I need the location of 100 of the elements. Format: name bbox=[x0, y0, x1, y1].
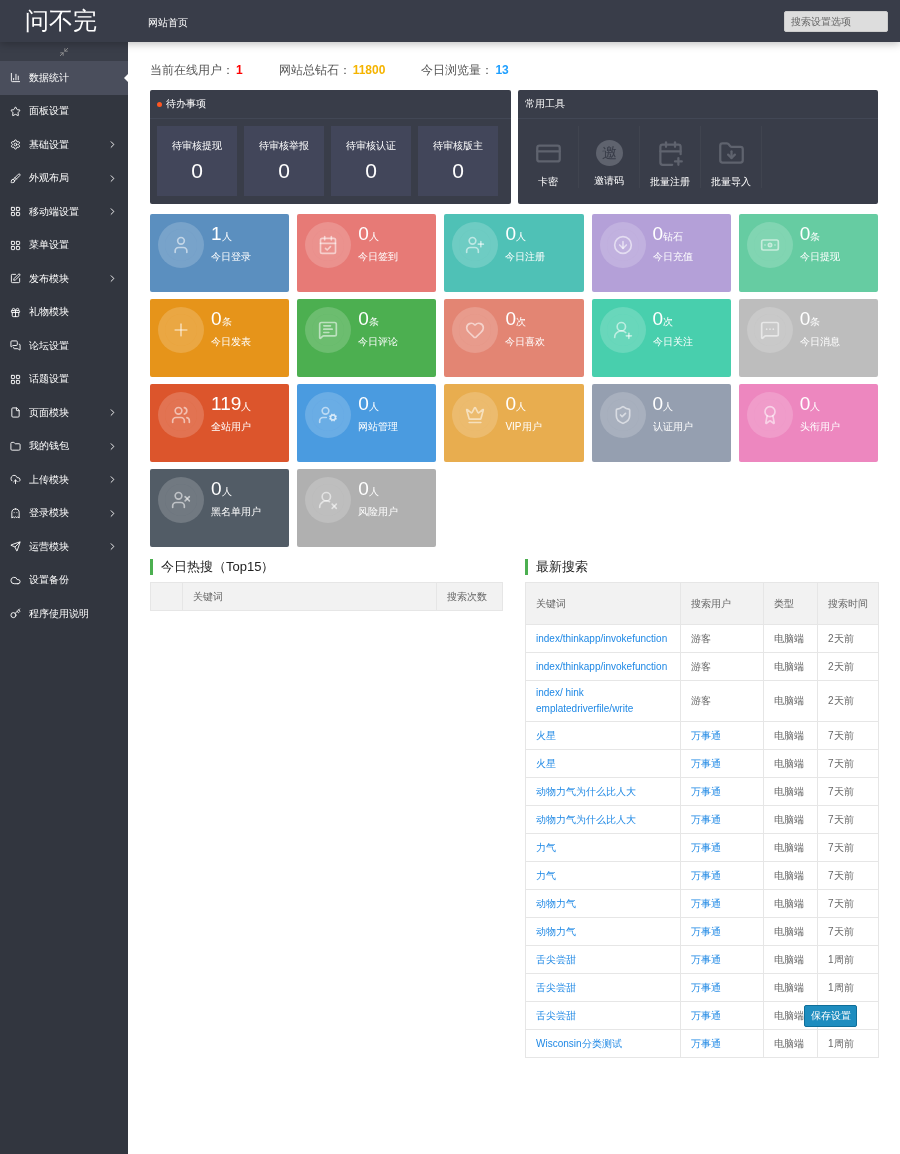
keyword-link[interactable]: index/ hink emplatedriverfile/write bbox=[525, 680, 681, 722]
status-dot-icon bbox=[157, 101, 162, 107]
sidebar-item[interactable]: 话题设置 bbox=[0, 362, 128, 396]
sidebar-item[interactable]: 我的钱包 bbox=[0, 429, 128, 463]
sidebar-item[interactable]: 菜单设置 bbox=[0, 228, 128, 262]
table-cell: 电脑端 bbox=[763, 833, 818, 862]
table-cell: 7天前 bbox=[817, 777, 879, 806]
brush-icon bbox=[10, 172, 21, 184]
tile-label: 今日签到 bbox=[358, 250, 399, 264]
tile-value: 0人 bbox=[358, 223, 380, 245]
keyword-link[interactable]: 舌尖尝甜 bbox=[525, 945, 681, 974]
table-cell: 电脑端 bbox=[763, 721, 818, 750]
keyword-link[interactable]: Wisconsin分类测试 bbox=[525, 1029, 681, 1058]
table-cell: 2天前 bbox=[817, 680, 879, 722]
user-link[interactable]: 万事通 bbox=[680, 861, 764, 890]
column-header: 关键词 bbox=[525, 582, 681, 625]
sidebar-item[interactable]: 基础设置 bbox=[0, 128, 128, 162]
column-header: 搜索次数 bbox=[436, 582, 503, 611]
keyword-link[interactable]: 舌尖尝甜 bbox=[525, 973, 681, 1002]
tile-value: 0人 bbox=[358, 478, 380, 500]
table-cell: 2天前 bbox=[817, 652, 879, 681]
table-cell: 电脑端 bbox=[763, 805, 818, 834]
grid-icon bbox=[10, 239, 21, 251]
user-link[interactable]: 万事通 bbox=[680, 805, 764, 834]
table-cell: 电脑端 bbox=[763, 624, 818, 653]
gift-icon bbox=[10, 306, 21, 318]
nav-link[interactable]: 网站首页 bbox=[128, 17, 188, 28]
table-cell: 游客 bbox=[680, 652, 764, 681]
column-header: 搜索用户 bbox=[680, 582, 764, 625]
stat-value: 13 bbox=[495, 62, 509, 77]
paper-plane-icon bbox=[10, 541, 21, 553]
keyword-link[interactable]: 力气 bbox=[525, 833, 681, 862]
sidebar-item[interactable]: 移动端设置 bbox=[0, 195, 128, 229]
sidebar-item[interactable]: 登录模块 bbox=[0, 496, 128, 530]
keyword-link[interactable]: 动物力气 bbox=[525, 889, 681, 918]
user-link[interactable]: 万事通 bbox=[680, 889, 764, 918]
panel-title: 待办事项 bbox=[166, 97, 206, 111]
tile-value: 1人 bbox=[211, 223, 233, 245]
user-link[interactable]: 万事通 bbox=[680, 777, 764, 806]
tile-label: 全站用户 bbox=[211, 420, 252, 434]
table-cell: 7天前 bbox=[817, 861, 879, 890]
sidebar-item[interactable]: 页面模块 bbox=[0, 396, 128, 430]
user-link[interactable]: 万事通 bbox=[680, 973, 764, 1002]
table-cell: 7天前 bbox=[817, 805, 879, 834]
table-cell: 7天前 bbox=[817, 833, 879, 862]
sidebar-item[interactable]: 程序使用说明 bbox=[0, 597, 128, 631]
tile-value: 0条 bbox=[211, 308, 233, 330]
panel-title: 常用工具 bbox=[525, 97, 565, 111]
keyword-link[interactable]: 动物力气 bbox=[525, 917, 681, 946]
table-cell: 电脑端 bbox=[763, 861, 818, 890]
logo: 问不完 bbox=[24, 6, 98, 36]
keyword-link[interactable]: 舌尖尝甜 bbox=[525, 1001, 681, 1030]
sidebar-item[interactable]: 数据统计 bbox=[0, 61, 128, 95]
sidebar-item[interactable]: 论坛设置 bbox=[0, 329, 128, 363]
keyword-link[interactable]: 火星 bbox=[525, 721, 681, 750]
tile-value: 0条 bbox=[358, 308, 380, 330]
grid-icon bbox=[10, 373, 21, 385]
stat-label: 当前在线用户： bbox=[150, 62, 234, 77]
tile-label: 今日充值 bbox=[652, 250, 693, 264]
section-title: 最新搜索 bbox=[525, 559, 878, 575]
tile-value: 0人 bbox=[505, 223, 527, 245]
tool-item[interactable]: 卡密 bbox=[518, 126, 579, 188]
table-cell: 电脑端 bbox=[763, 680, 818, 722]
sidebar-item[interactable]: 上传模块 bbox=[0, 463, 128, 497]
folder-download-icon bbox=[717, 140, 745, 167]
user-link[interactable]: 万事通 bbox=[680, 917, 764, 946]
sidebar-item[interactable]: 面板设置 bbox=[0, 94, 128, 128]
table-cell: 7天前 bbox=[817, 721, 879, 750]
user-link[interactable]: 万事通 bbox=[680, 833, 764, 862]
tile-label: 今日喜欢 bbox=[505, 335, 546, 349]
user-link[interactable]: 万事通 bbox=[680, 721, 764, 750]
keyword-link[interactable]: 力气 bbox=[525, 861, 681, 890]
keyword-link[interactable]: 动物力气为什么比人大 bbox=[525, 777, 681, 806]
user-link[interactable]: 万事通 bbox=[680, 1029, 764, 1058]
sidebar-item[interactable]: 礼物模块 bbox=[0, 295, 128, 329]
tool-item[interactable]: 批量注册 bbox=[640, 126, 701, 188]
user-link[interactable]: 万事通 bbox=[680, 945, 764, 974]
table-cell: 7天前 bbox=[817, 749, 879, 778]
search-field[interactable]: 搜索设置选项 bbox=[784, 10, 888, 32]
keyword-link[interactable]: index/thinkapp/invokefunction bbox=[525, 652, 681, 681]
tool-item[interactable]: 批量导入 bbox=[701, 126, 762, 188]
pending-label: 待审核提现 bbox=[172, 139, 222, 153]
keyword-link[interactable]: index/thinkapp/invokefunction bbox=[525, 624, 681, 653]
save-button[interactable]: 保存设置 bbox=[804, 1005, 857, 1027]
column-header: 搜索时间 bbox=[817, 582, 879, 625]
tile-label: VIP用户 bbox=[505, 420, 542, 434]
sidebar-item[interactable]: 发布模块 bbox=[0, 262, 128, 296]
table-cell: 1周前 bbox=[817, 973, 879, 1002]
table-cell: 电脑端 bbox=[763, 777, 818, 806]
tile-label: 头衔用户 bbox=[799, 420, 840, 434]
tile-value: 0钻石 bbox=[652, 223, 685, 245]
keyword-link[interactable]: 火星 bbox=[525, 749, 681, 778]
sidebar-item[interactable]: 运营模块 bbox=[0, 530, 128, 564]
collapse-icon[interactable] bbox=[59, 46, 69, 57]
user-link[interactable]: 万事通 bbox=[680, 749, 764, 778]
sidebar-item[interactable]: 外观布局 bbox=[0, 161, 128, 195]
user-link[interactable]: 万事通 bbox=[680, 1001, 764, 1030]
sidebar-item[interactable]: 设置备份 bbox=[0, 563, 128, 597]
keyword-link[interactable]: 动物力气为什么比人大 bbox=[525, 805, 681, 834]
table-cell: 电脑端 bbox=[763, 652, 818, 681]
